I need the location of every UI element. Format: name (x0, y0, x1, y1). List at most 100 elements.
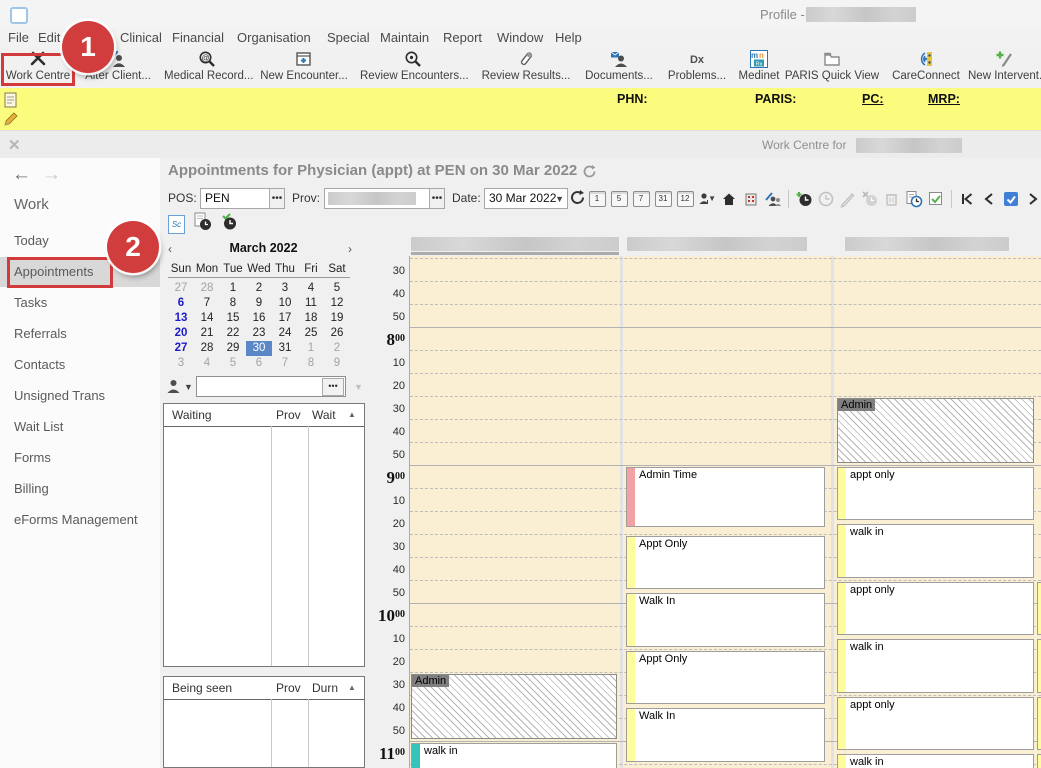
being-seen-table-header[interactable]: Being seen Prov Durn ▲ (164, 677, 364, 700)
calendar-day[interactable]: 4 (194, 356, 220, 371)
first-record-icon[interactable] (958, 190, 976, 208)
calendar-day[interactable]: 12 (324, 296, 350, 311)
appointment-slot[interactable]: Appt Only (626, 651, 825, 705)
calendar-next-icon[interactable]: › (348, 242, 352, 256)
calendar-day[interactable]: 4 (298, 281, 324, 296)
sidebar-item-wait-list[interactable]: Wait List (0, 412, 160, 442)
banner-field-mrp[interactable]: MRP: (928, 92, 960, 106)
provider-menu-icon[interactable]: ▼ (698, 190, 716, 208)
sidebar-item-unsigned-trans[interactable]: Unsigned Trans (0, 381, 160, 411)
paris-quick-view-button[interactable]: PARIS Quick View (784, 49, 880, 86)
menu-special[interactable]: Special (327, 30, 370, 45)
appointment-slot[interactable]: appt only (837, 467, 1034, 521)
appointment-slot[interactable]: walk in (411, 743, 617, 768)
review-encounters-button[interactable]: Review Encounters... (360, 49, 466, 86)
calendar-day[interactable]: 8 (220, 296, 246, 311)
medinet-button[interactable]: mnRxMedinet (736, 49, 782, 86)
calendar-day[interactable]: 31 (272, 341, 298, 356)
appointment-slot[interactable]: Appt Only (626, 536, 825, 590)
problems-button[interactable]: DxProblems... (661, 49, 733, 86)
pos-lookup-button[interactable]: ••• (269, 188, 285, 209)
sidebar-item-billing[interactable]: Billing (0, 474, 160, 504)
calendar-day[interactable]: 16 (246, 311, 272, 326)
menu-help[interactable]: Help (555, 30, 582, 45)
time-confirm-icon[interactable] (220, 212, 239, 236)
menu-organisation[interactable]: Organisation (237, 30, 311, 45)
calendar-day[interactable]: 21 (194, 326, 220, 341)
menu-report[interactable]: Report (443, 30, 482, 45)
calendar-day[interactable]: 19 (324, 311, 350, 326)
careconnect-button[interactable]: CareConnect (886, 49, 966, 86)
sidebar-item-referrals[interactable]: Referrals (0, 319, 160, 349)
previous-record-icon[interactable] (980, 190, 998, 208)
schedule-12-month-icon[interactable]: 12 (676, 190, 694, 208)
calendar-day[interactable]: 2 (324, 341, 350, 356)
back-arrow-icon[interactable]: ← (12, 164, 31, 186)
calendar-day[interactable]: 6 (168, 296, 194, 311)
waiting-column[interactable]: Waiting (172, 408, 212, 422)
calendar-day[interactable]: 29 (220, 341, 246, 356)
sort-ascending-icon[interactable]: ▲ (348, 683, 356, 692)
calendar-day[interactable]: 26 (324, 326, 350, 341)
calendar-day[interactable]: 27 (168, 341, 194, 356)
edit-pencil-icon[interactable] (3, 111, 18, 132)
calendar-day[interactable]: 7 (194, 296, 220, 311)
schedule-grid[interactable]: 3040508001020304050900102030405010001020… (367, 236, 1041, 768)
calendar-day[interactable]: 28 (194, 341, 220, 356)
client-search-lookup-button[interactable]: ••• (322, 378, 344, 396)
calendar-day[interactable]: 23 (246, 326, 272, 341)
calendar-day[interactable]: 20 (168, 326, 194, 341)
calendar-day[interactable]: 15 (220, 311, 246, 326)
waiting-table[interactable]: Waiting Prov Wait ▲ (163, 403, 365, 667)
menu-window[interactable]: Window (497, 30, 543, 45)
providers-edit-icon[interactable] (764, 190, 782, 208)
documents-button[interactable]: Documents... (584, 49, 654, 86)
calendar-day[interactable]: 3 (168, 356, 194, 371)
prov-column[interactable]: Prov (276, 681, 301, 695)
appointment-slot[interactable]: walk in (837, 524, 1034, 578)
review-results-button[interactable]: Review Results... (480, 49, 572, 86)
menu-clinical[interactable]: Clinical (120, 30, 162, 45)
calendar-day[interactable]: 7 (272, 356, 298, 371)
calendar-day[interactable]: 27 (168, 281, 194, 296)
appointment-history-icon[interactable] (905, 190, 923, 208)
calendar-day[interactable]: 13 (168, 311, 194, 326)
menu-financial[interactable]: Financial (172, 30, 224, 45)
appointment-slot[interactable]: walk in (837, 754, 1034, 768)
sidebar-item-eforms-management[interactable]: eForms Management (0, 505, 160, 535)
appointment-slot[interactable] (1037, 754, 1041, 768)
appointment-slot[interactable]: walk in (837, 639, 1034, 693)
calendar-day[interactable]: 5 (220, 356, 246, 371)
close-icon[interactable]: ✕ (8, 136, 21, 154)
schedule-7-day-icon[interactable]: 7 (632, 190, 650, 208)
waiting-table-header[interactable]: Waiting Prov Wait ▲ (164, 404, 364, 427)
being-seen-column[interactable]: Being seen (172, 681, 232, 695)
admin-block[interactable]: Admin (411, 674, 617, 739)
sidebar-item-contacts[interactable]: Contacts (0, 350, 160, 380)
appointment-slot[interactable]: Walk In (626, 593, 825, 647)
schedule-31-day-icon[interactable]: 31 (654, 190, 672, 208)
menu-maintain[interactable]: Maintain (380, 30, 429, 45)
facility-icon[interactable] (742, 190, 760, 208)
sidebar-item-tasks[interactable]: Tasks (0, 288, 160, 318)
note-icon[interactable] (4, 91, 17, 113)
menu-file[interactable]: File (8, 30, 29, 45)
appointment-slot[interactable]: appt only (837, 697, 1034, 751)
calendar-day[interactable]: 2 (246, 281, 272, 296)
sidebar-item-forms[interactable]: Forms (0, 443, 160, 473)
schedule-5-day-icon[interactable]: 5 (610, 190, 628, 208)
calendar-day[interactable]: 6 (246, 356, 272, 371)
admin-block[interactable]: Admin (837, 398, 1034, 463)
calendar-day[interactable]: 9 (324, 356, 350, 371)
select-record-icon[interactable] (1002, 190, 1020, 208)
calendar-day[interactable]: 25 (298, 326, 324, 341)
refresh-title-icon[interactable] (582, 164, 597, 184)
calendar-day[interactable]: 17 (272, 311, 298, 326)
being-seen-table[interactable]: Being seen Prov Durn ▲ (163, 676, 365, 768)
calendar-day[interactable]: 1 (298, 341, 324, 356)
confirm-appointment-icon[interactable] (927, 190, 945, 208)
schedule-1-day-icon[interactable]: 1 (588, 190, 606, 208)
calendar-day[interactable]: 9 (246, 296, 272, 311)
refresh-schedule-icon[interactable] (569, 189, 586, 211)
appointment-slot[interactable] (1037, 639, 1041, 693)
